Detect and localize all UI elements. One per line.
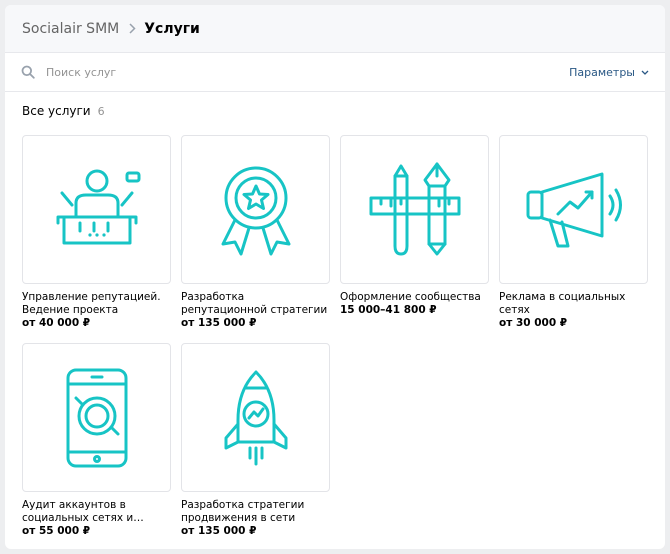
- parameters-dropdown[interactable]: Параметры: [569, 66, 649, 79]
- service-thumbnail[interactable]: [22, 135, 171, 284]
- service-title[interactable]: Реклама в социальных сетях: [499, 291, 648, 317]
- page-title: Услуги: [144, 20, 200, 37]
- service-card[interactable]: Аудит аккаунтов в социальных сетях и… от…: [22, 343, 171, 538]
- service-card[interactable]: Оформление сообщества 15 000–41 800 ₽: [340, 135, 489, 317]
- service-card[interactable]: Реклама в социальных сетях от 30 000 ₽: [499, 135, 648, 330]
- award-ribbon-icon: [221, 166, 290, 255]
- service-thumbnail[interactable]: [340, 135, 489, 284]
- breadcrumb-community-link[interactable]: Socialair SMM: [22, 21, 119, 37]
- services-count: 6: [97, 105, 105, 118]
- service-price: 15 000–41 800 ₽: [340, 304, 437, 316]
- search-bar: Параметры: [5, 53, 665, 92]
- service-card[interactable]: Разработка репутационной стратегии от 13…: [181, 135, 330, 330]
- rocket-icon: [224, 370, 287, 465]
- service-price: от 135 000 ₽: [181, 317, 257, 329]
- service-thumbnail[interactable]: [22, 343, 171, 492]
- service-thumbnail[interactable]: [499, 135, 648, 284]
- parameters-label: Параметры: [569, 65, 635, 79]
- service-price: от 40 000 ₽: [22, 317, 91, 329]
- section-title: Все услуги: [22, 104, 91, 118]
- chevron-down-icon: [641, 70, 649, 75]
- smartphone-camera-icon: [66, 368, 127, 467]
- search-input[interactable]: [46, 65, 446, 79]
- service-card[interactable]: Разработка стратегии продвижения в сети …: [181, 343, 330, 538]
- service-title[interactable]: Разработка стратегии продвижения в сети: [181, 499, 330, 525]
- service-title[interactable]: Оформление сообщества: [340, 291, 489, 304]
- speaker-podium-icon: [56, 169, 140, 244]
- service-card[interactable]: Управление репутацией. Ведение проекта о…: [22, 135, 171, 330]
- megaphone-icon: [526, 172, 622, 247]
- service-thumbnail[interactable]: [181, 135, 330, 284]
- section-header: Все услуги 6: [22, 104, 105, 118]
- service-title[interactable]: Аудит аккаунтов в социальных сетях и…: [22, 499, 171, 525]
- design-tools-icon: [369, 162, 460, 255]
- service-thumbnail[interactable]: [181, 343, 330, 492]
- service-title[interactable]: Разработка репутационной стратегии: [181, 291, 330, 317]
- breadcrumb: Socialair SMM Услуги: [5, 5, 665, 53]
- search-icon: [21, 65, 35, 79]
- service-price: от 55 000 ₽: [22, 525, 91, 537]
- services-panel: Socialair SMM Услуги Параметры Все услуг…: [5, 5, 665, 549]
- service-price: от 135 000 ₽: [181, 525, 257, 537]
- service-title[interactable]: Управление репутацией. Ведение проекта: [22, 291, 171, 317]
- service-price: от 30 000 ₽: [499, 317, 568, 329]
- chevron-right-icon: [129, 23, 136, 34]
